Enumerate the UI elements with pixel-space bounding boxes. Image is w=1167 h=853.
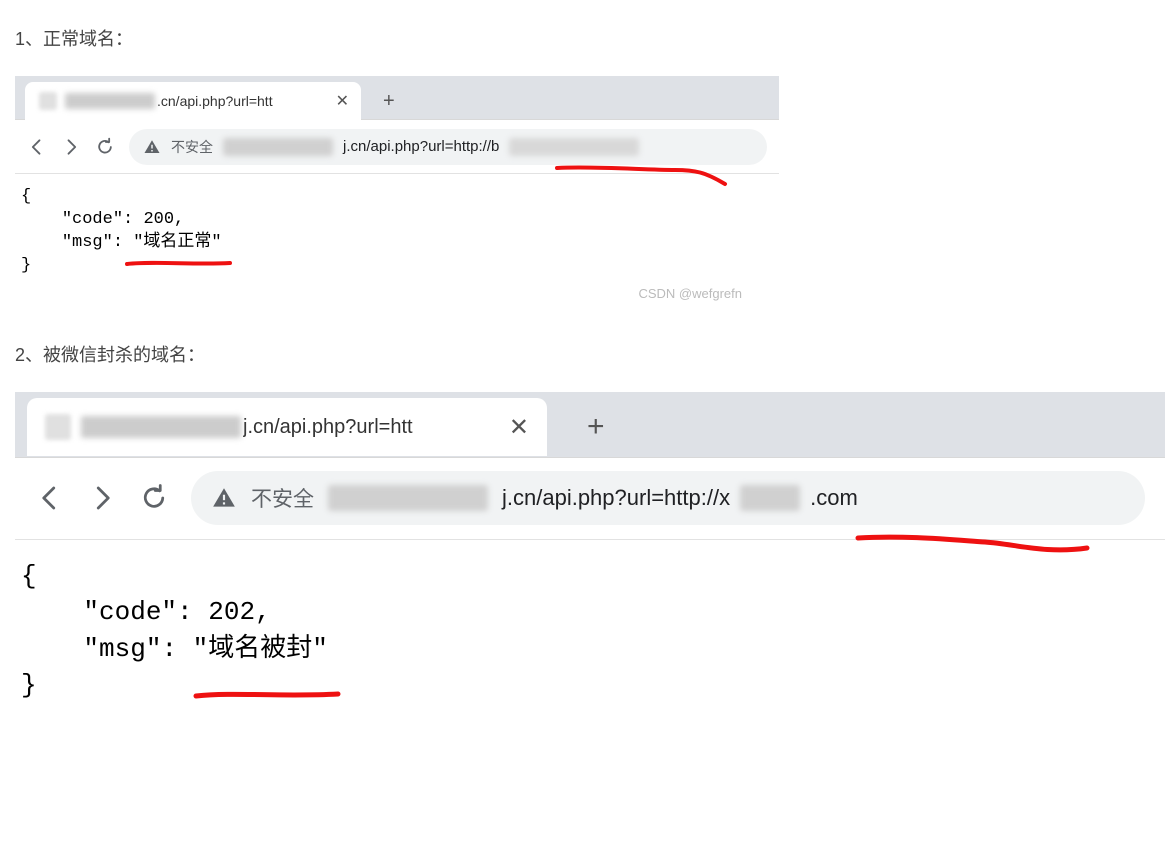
address-text-tail: .com bbox=[810, 485, 858, 511]
json-sep: : bbox=[123, 210, 143, 229]
close-icon[interactable]: ✕ bbox=[509, 413, 529, 442]
reload-icon[interactable] bbox=[139, 483, 169, 513]
browser-tab[interactable]: j.cn/api.php?url=htt ✕ bbox=[27, 398, 547, 456]
watermark: CSDN @wefgrefn bbox=[15, 286, 742, 301]
json-comma: , bbox=[174, 210, 184, 229]
browser-toolbar: 不安全 j.cn/api.php?url=http://x .com bbox=[15, 458, 1165, 540]
address-text: j.cn/api.php?url=http://b bbox=[343, 138, 499, 155]
new-tab-button[interactable]: + bbox=[383, 91, 395, 111]
back-icon[interactable] bbox=[27, 137, 47, 157]
address-blurred-prefix bbox=[223, 138, 333, 156]
json-key-code: "code" bbox=[83, 597, 177, 627]
json-value-code: 202 bbox=[208, 597, 255, 627]
address-blurred-prefix bbox=[328, 485, 488, 511]
tab-strip: .cn/api.php?url=htt ✕ + bbox=[15, 76, 779, 120]
tab-strip: j.cn/api.php?url=htt ✕ + bbox=[15, 392, 1165, 458]
address-bar[interactable]: 不安全 j.cn/api.php?url=http://x .com bbox=[191, 471, 1145, 525]
section2-title: 2、被微信封杀的域名： bbox=[15, 341, 1152, 367]
json-brace-open: { bbox=[21, 187, 31, 206]
section1-title: 1、正常域名： bbox=[15, 25, 1152, 51]
warning-icon bbox=[143, 138, 161, 156]
json-value-code: 200 bbox=[143, 210, 174, 229]
favicon-blurred bbox=[45, 414, 71, 440]
annotation-url-underline bbox=[555, 164, 735, 199]
json-comma: , bbox=[255, 597, 271, 627]
json-value-msg: "域名被封" bbox=[193, 634, 328, 664]
favicon-blurred bbox=[39, 92, 57, 110]
json-key-msg: "msg" bbox=[83, 634, 161, 664]
annotation-url-underline bbox=[855, 532, 1095, 573]
insecure-label: 不安全 bbox=[171, 137, 213, 157]
json-sep: : bbox=[161, 634, 192, 664]
json-brace-close: } bbox=[21, 670, 37, 700]
annotation-msg-underline bbox=[125, 258, 235, 277]
tab-title-blurred bbox=[81, 416, 241, 438]
browser-tab[interactable]: .cn/api.php?url=htt ✕ bbox=[25, 82, 361, 120]
insecure-label: 不安全 bbox=[251, 483, 314, 513]
json-brace-open: { bbox=[21, 561, 37, 591]
tab-title-text: .cn/api.php?url=htt bbox=[157, 93, 273, 109]
annotation-msg-underline bbox=[193, 688, 343, 709]
json-key-code: "code" bbox=[62, 210, 123, 229]
forward-icon[interactable] bbox=[61, 137, 81, 157]
screenshot-1: .cn/api.php?url=htt ✕ + 不安全 j.cn/api.php… bbox=[15, 76, 779, 278]
json-sep: : bbox=[177, 597, 208, 627]
new-tab-button[interactable]: + bbox=[587, 412, 605, 442]
address-bar[interactable]: 不安全 j.cn/api.php?url=http://b bbox=[129, 129, 767, 165]
tab-title-blurred bbox=[65, 93, 155, 109]
address-text: j.cn/api.php?url=http://x bbox=[502, 485, 730, 511]
close-icon[interactable]: ✕ bbox=[336, 91, 349, 111]
address-blurred-suffix bbox=[509, 138, 639, 156]
json-value-msg: "域名正常" bbox=[133, 233, 221, 252]
tab-title-text: j.cn/api.php?url=htt bbox=[243, 416, 413, 439]
warning-icon bbox=[211, 485, 237, 511]
screenshot-2: j.cn/api.php?url=htt ✕ + 不安全 j.cn/api.ph… bbox=[15, 392, 1165, 704]
json-brace-close: } bbox=[21, 256, 31, 275]
reload-icon[interactable] bbox=[95, 137, 115, 157]
json-sep: : bbox=[113, 233, 133, 252]
back-icon[interactable] bbox=[35, 483, 65, 513]
forward-icon[interactable] bbox=[87, 483, 117, 513]
address-blurred-mid bbox=[740, 485, 800, 511]
json-key-msg: "msg" bbox=[62, 233, 113, 252]
